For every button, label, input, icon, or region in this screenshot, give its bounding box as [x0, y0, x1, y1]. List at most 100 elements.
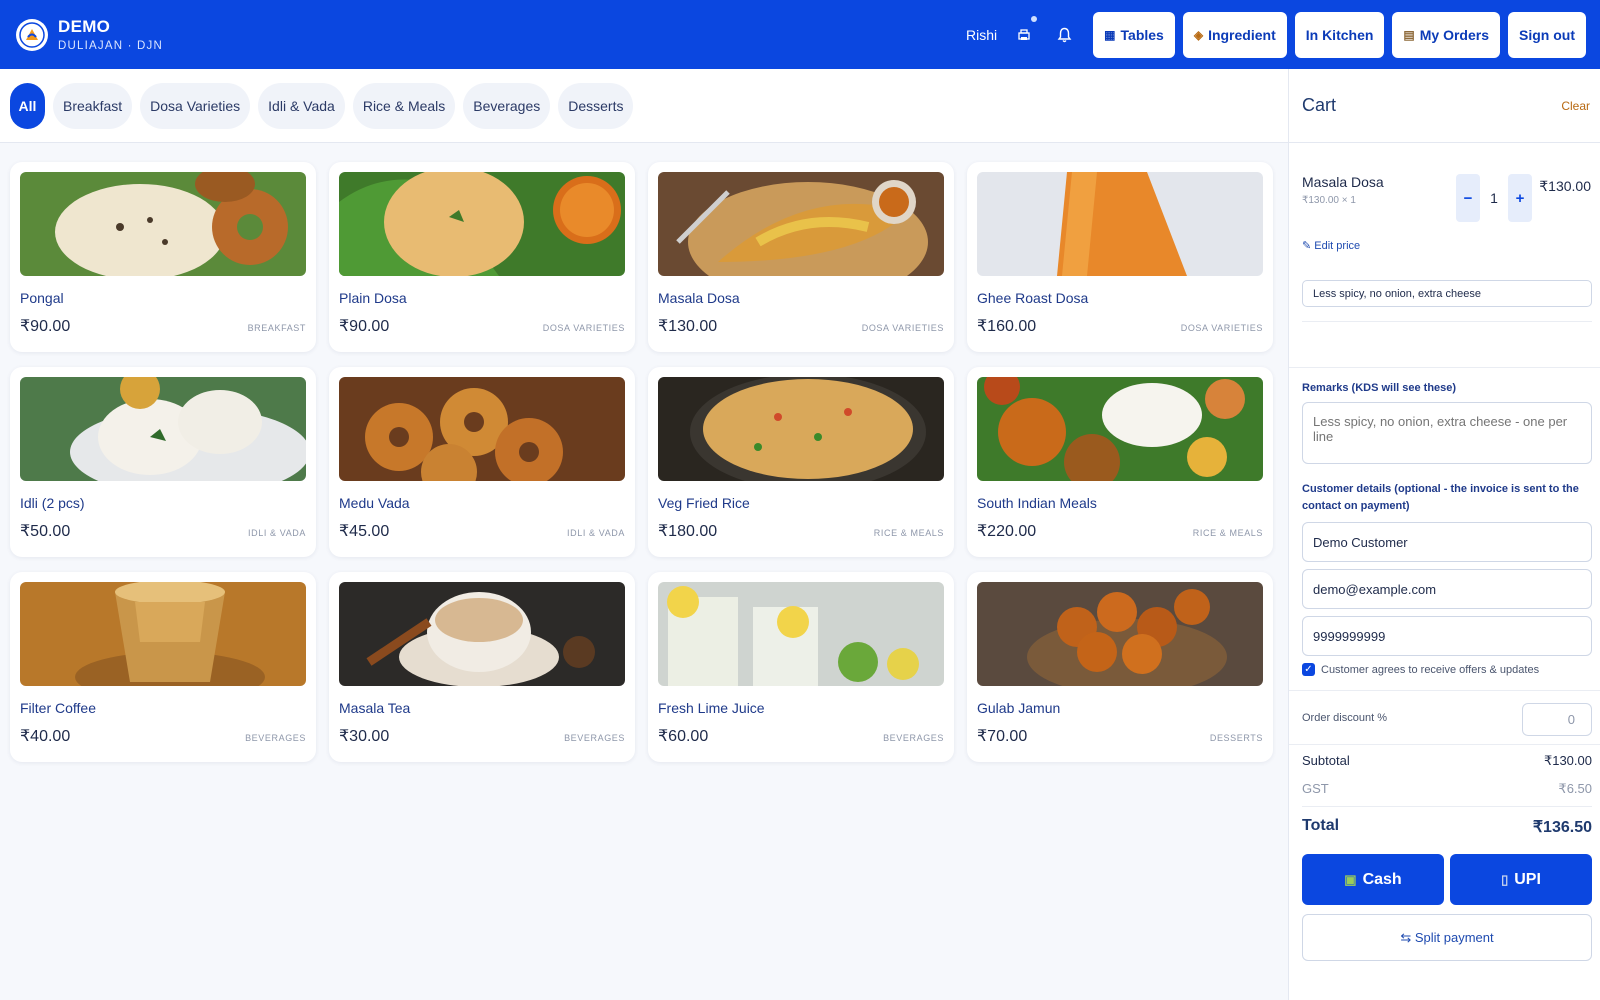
decrease-qty-button[interactable]: −: [1456, 174, 1480, 222]
divider: [1302, 806, 1592, 807]
edit-price-link[interactable]: ✎ Edit price: [1302, 239, 1360, 252]
menu-grid: Pongal ₹90.00 BREAKFAST Plain Dosa ₹90.00…: [10, 162, 1275, 762]
item-note-input[interactable]: [1302, 280, 1592, 307]
food-image: [977, 582, 1263, 686]
item-category: DOSA VARIETIES: [1180, 323, 1263, 333]
gst-label: GST: [1302, 781, 1329, 796]
customer-details-label: Customer details (optional - the invoice…: [1302, 483, 1579, 512]
sign-out-button[interactable]: Sign out: [1508, 11, 1586, 58]
item-name: Fresh Lime Juice: [658, 700, 765, 716]
menu-item-card[interactable]: Filter Coffee ₹40.00 BEVERAGES: [10, 572, 316, 762]
checkbox-checked-icon[interactable]: ✓: [1302, 663, 1315, 676]
divider: [1302, 321, 1592, 322]
divider: [1289, 744, 1600, 745]
cart-item-unit: ₹130.00 × 1: [1302, 195, 1356, 206]
item-price: ₹160.00: [977, 318, 1037, 335]
total-label: Total: [1302, 817, 1340, 834]
item-name: Idli (2 pcs): [20, 495, 85, 511]
qty-value: 1: [1490, 190, 1498, 206]
item-name: South Indian Meals: [977, 495, 1097, 511]
item-name: Masala Tea: [339, 700, 411, 716]
marketing-consent[interactable]: ✓ Customer agrees to receive offers & up…: [1302, 663, 1539, 676]
remarks-textarea[interactable]: [1302, 402, 1592, 464]
increase-qty-button[interactable]: +: [1508, 174, 1532, 222]
menu-item-card[interactable]: Pongal ₹90.00 BREAKFAST: [10, 162, 316, 352]
category-chip-all[interactable]: All: [10, 82, 45, 129]
upi-button[interactable]: ▯ UPI: [1450, 854, 1592, 905]
category-chip-breakfast[interactable]: Breakfast: [53, 82, 133, 129]
gst-value: ₹6.50: [1558, 781, 1592, 796]
item-price: ₹45.00: [339, 523, 390, 540]
item-name: Veg Fried Rice: [658, 495, 750, 511]
item-price: ₹30.00: [339, 728, 390, 745]
item-price: ₹40.00: [20, 728, 71, 745]
food-image: [20, 172, 306, 276]
food-image: [20, 377, 306, 481]
top-bar: DEMO DULIAJAN · DJN Rishi ▦ Tables ◈ Ingre…: [0, 0, 1600, 69]
item-category: BEVERAGES: [564, 733, 625, 743]
item-category: IDLI & VADA: [248, 528, 306, 538]
menu-item-card[interactable]: Fresh Lime Juice ₹60.00 BEVERAGES: [648, 572, 954, 762]
item-name: Masala Dosa: [658, 290, 740, 306]
item-name: Filter Coffee: [20, 700, 96, 716]
tables-button[interactable]: ▦ Tables: [1093, 11, 1175, 58]
total-value: ₹136.50: [1532, 819, 1592, 836]
menu-item-card[interactable]: Veg Fried Rice ₹180.00 RICE & MEALS: [648, 367, 954, 557]
printer-icon[interactable]: [1013, 15, 1038, 46]
food-image: [658, 172, 944, 276]
menu-item-card[interactable]: Masala Tea ₹30.00 BEVERAGES: [329, 572, 635, 762]
item-category: BEVERAGES: [245, 733, 306, 743]
item-name: Pongal: [20, 290, 64, 306]
bell-icon[interactable]: [1053, 24, 1075, 46]
category-chip-beverages[interactable]: Beverages: [463, 82, 551, 129]
food-image: [20, 582, 306, 686]
clipboard-icon: ▤: [1403, 27, 1415, 42]
cash-button[interactable]: ▣ Cash: [1302, 854, 1444, 905]
cart-panel: Cart Clear Masala Dosa ₹130.00 × 1 − 1 +…: [1288, 69, 1600, 1000]
item-price: ₹90.00: [339, 318, 390, 335]
discount-label: Order discount %: [1302, 712, 1387, 724]
my-orders-button[interactable]: ▤ My Orders: [1392, 11, 1500, 58]
customer-phone-field[interactable]: [1302, 616, 1592, 656]
item-price: ₹180.00: [658, 523, 718, 540]
item-category: BREAKFAST: [247, 323, 306, 333]
menu-item-card[interactable]: Idli (2 pcs) ₹50.00 IDLI & VADA: [10, 367, 316, 557]
clear-cart-button[interactable]: Clear: [1561, 99, 1590, 113]
brand-location: DULIAJAN · DJN: [58, 40, 163, 52]
remarks-label: Remarks (KDS will see these): [1302, 382, 1457, 394]
in-kitchen-button[interactable]: In Kitchen: [1294, 11, 1385, 58]
menu-item-card[interactable]: Gulab Jamun ₹70.00 DESSERTS: [967, 572, 1273, 762]
item-category: RICE & MEALS: [1192, 528, 1263, 538]
brand-name: DEMO: [58, 17, 111, 36]
item-name: Ghee Roast Dosa: [977, 290, 1089, 306]
logo-icon: [16, 18, 48, 51]
customer-email-field[interactable]: [1302, 569, 1592, 609]
cart-item-total: ₹130.00: [1539, 178, 1591, 194]
subtotal-value: ₹130.00: [1543, 753, 1592, 768]
item-price: ₹130.00: [658, 318, 718, 335]
item-price: ₹70.00: [977, 728, 1028, 745]
user-name: Rishi: [966, 26, 998, 43]
menu-item-card[interactable]: South Indian Meals ₹220.00 RICE & MEALS: [967, 367, 1273, 557]
menu-item-card[interactable]: Plain Dosa ₹90.00 DOSA VARIETIES: [329, 162, 635, 352]
category-chip-dosa-varieties[interactable]: Dosa Varieties: [140, 82, 251, 129]
item-price: ₹50.00: [20, 523, 71, 540]
customer-name-field[interactable]: [1302, 522, 1592, 562]
status-dot: [1031, 15, 1038, 22]
split-payment-button[interactable]: ⇆ Split payment: [1302, 914, 1592, 961]
food-image: [658, 377, 944, 481]
menu-item-card[interactable]: Masala Dosa ₹130.00 DOSA VARIETIES: [648, 162, 954, 352]
food-image: [977, 172, 1263, 276]
item-category: BEVERAGES: [883, 733, 944, 743]
menu-item-card[interactable]: Medu Vada ₹45.00 IDLI & VADA: [329, 367, 635, 557]
phone-icon: ▯: [1501, 871, 1509, 887]
category-chip-rice-meals[interactable]: Rice & Meals: [352, 82, 456, 129]
discount-input[interactable]: [1522, 703, 1592, 736]
ingredient-button[interactable]: ◈ Ingredient: [1182, 11, 1287, 58]
menu-item-card[interactable]: Ghee Roast Dosa ₹160.00 DOSA VARIETIES: [967, 162, 1273, 352]
item-name: Plain Dosa: [339, 290, 407, 306]
category-chip-idli-vada[interactable]: Idli & Vada: [258, 82, 345, 129]
category-chip-desserts[interactable]: Desserts: [558, 82, 634, 129]
table-icon: ▦: [1104, 27, 1116, 42]
item-category: RICE & MEALS: [873, 528, 944, 538]
